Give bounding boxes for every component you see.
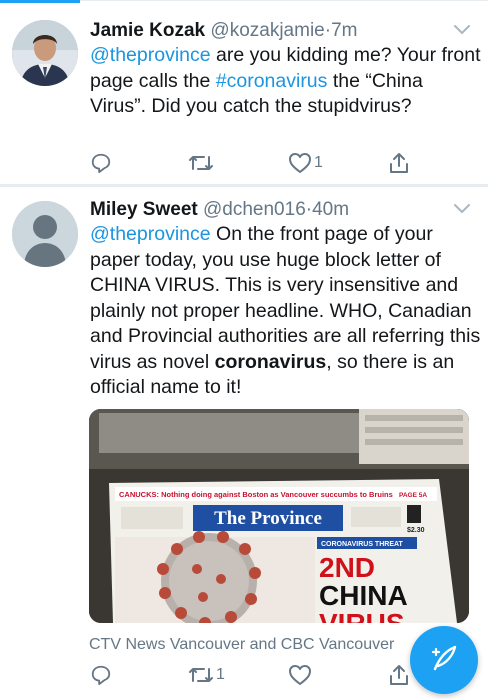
tweet-header: Jamie Kozak @kozakjamie·7m [90,18,357,44]
retweet-count: 1 [216,666,225,683]
like-button[interactable] [288,662,314,688]
tab-indicator [0,0,80,3]
author-handle[interactable]: @dchen016 [203,199,306,220]
avatar[interactable] [12,201,78,267]
author-name[interactable]: Jamie Kozak [90,20,205,41]
tweet-text: @theprovince are you kidding me? Your fr… [90,43,482,120]
like-button[interactable]: 1 [288,150,323,176]
tweet[interactable]: Miley Sweet @dchen016·40m @theprovince O… [0,187,488,699]
newspaper-banner-page: PAGE 5A [399,492,427,499]
author-name[interactable]: Miley Sweet [90,199,198,220]
tweet-actions: 1 [88,662,418,688]
tweet[interactable]: Jamie Kozak @kozakjamie·7m @theprovince … [0,4,488,184]
tweet-text: @theprovince On the front page of your p… [90,222,482,401]
tweet-time[interactable]: 40m [312,199,349,220]
share-button[interactable] [388,662,410,688]
profile-photo [12,20,78,86]
share-button[interactable] [388,150,410,176]
retweet-icon [188,664,214,686]
heart-icon [288,664,312,686]
retweet-icon [188,152,214,174]
newspaper-section-label: CORONAVIRUS THREAT [321,541,404,548]
reply-icon [90,664,112,686]
avatar[interactable] [12,20,78,86]
reply-icon [90,152,112,174]
like-count: 1 [314,154,323,171]
mention-link[interactable]: @theprovince [90,44,211,66]
compose-feather-icon [429,643,459,678]
share-icon [388,664,410,686]
newspaper-photo: CANUCKS: Nothing doing against Boston as… [89,409,469,623]
newspaper-headline-line3: VIRUS [319,608,405,623]
hashtag-link[interactable]: #coronavirus [216,70,328,92]
tweet-header: Miley Sweet @dchen016·40m [90,197,349,223]
tweet-time[interactable]: 7m [331,20,357,41]
retweet-button[interactable]: 1 [188,662,225,688]
newspaper-banner: CANUCKS: Nothing doing against Boston as… [119,490,393,499]
compose-tweet-button[interactable] [410,626,478,694]
newspaper-price: $2.30 [407,527,425,534]
tweet-actions: 1 [88,150,418,176]
default-profile-icon [12,201,78,267]
share-icon [388,152,410,174]
chevron-down-icon[interactable] [454,22,470,34]
retweet-button[interactable] [188,150,216,176]
newspaper-masthead: The Province [214,508,322,529]
tweet-photo[interactable]: CANUCKS: Nothing doing against Boston as… [89,409,469,623]
reply-button[interactable] [90,150,112,176]
mention-link[interactable]: @theprovince [90,223,211,245]
author-handle[interactable]: @kozakjamie [210,20,324,41]
heart-icon [288,152,312,174]
reply-button[interactable] [90,662,112,688]
media-caption[interactable]: CTV News Vancouver and CBC Vancouver [89,635,419,655]
chevron-down-icon[interactable] [454,201,470,213]
newspaper-headline-line2: CHINA [319,580,408,611]
newspaper-headline-line1: 2ND [319,552,375,583]
bold-keyword: coronavirus [214,350,327,373]
